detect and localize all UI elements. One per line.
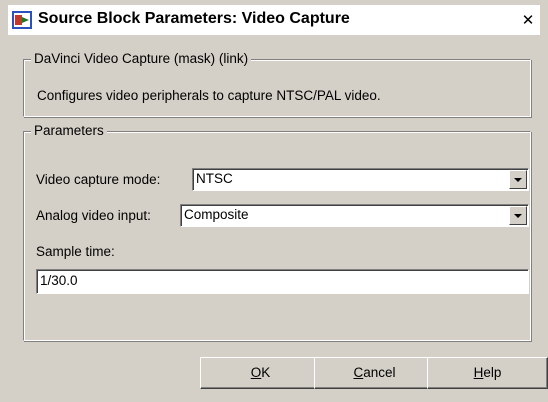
analog-video-input-value: Composite — [184, 207, 249, 222]
cancel-button-label: ancel — [363, 365, 396, 380]
video-capture-mode-select[interactable]: NTSC — [192, 168, 529, 191]
ok-button[interactable]: OK — [200, 357, 321, 389]
description-group-label: DaVinci Video Capture (mask) (link) — [31, 51, 252, 66]
help-button[interactable]: Help — [427, 357, 548, 389]
parameters-group-label: Parameters — [31, 123, 107, 138]
video-capture-mode-value: NTSC — [196, 171, 233, 186]
title-bar[interactable]: Source Block Parameters: Video Capture ✕ — [8, 5, 540, 35]
chevron-down-icon[interactable] — [509, 170, 527, 189]
sample-time-value: 1/30.0 — [40, 273, 78, 288]
help-button-label: elp — [483, 365, 502, 380]
ok-button-label: K — [261, 365, 271, 380]
window-title: Source Block Parameters: Video Capture — [38, 10, 350, 27]
parameters-group — [23, 131, 531, 341]
cancel-button-mnemonic: C — [353, 365, 364, 380]
dialog-window: Source Block Parameters: Video Capture ✕… — [0, 0, 548, 402]
ok-button-mnemonic: O — [250, 365, 262, 380]
video-capture-mode-label: Video capture mode: — [36, 172, 161, 187]
sample-time-input[interactable]: 1/30.0 — [36, 269, 529, 294]
simulink-block-icon — [12, 11, 32, 29]
analog-video-input-select[interactable]: Composite — [180, 204, 529, 227]
chevron-down-icon[interactable] — [509, 206, 527, 225]
sample-time-label: Sample time: — [36, 244, 115, 259]
cancel-button[interactable]: Cancel — [314, 357, 435, 389]
help-button-mnemonic: H — [473, 365, 484, 380]
analog-video-input-label: Analog video input: — [36, 208, 151, 223]
block-description: Configures video peripherals to capture … — [37, 88, 381, 103]
close-icon[interactable]: ✕ — [518, 11, 538, 29]
